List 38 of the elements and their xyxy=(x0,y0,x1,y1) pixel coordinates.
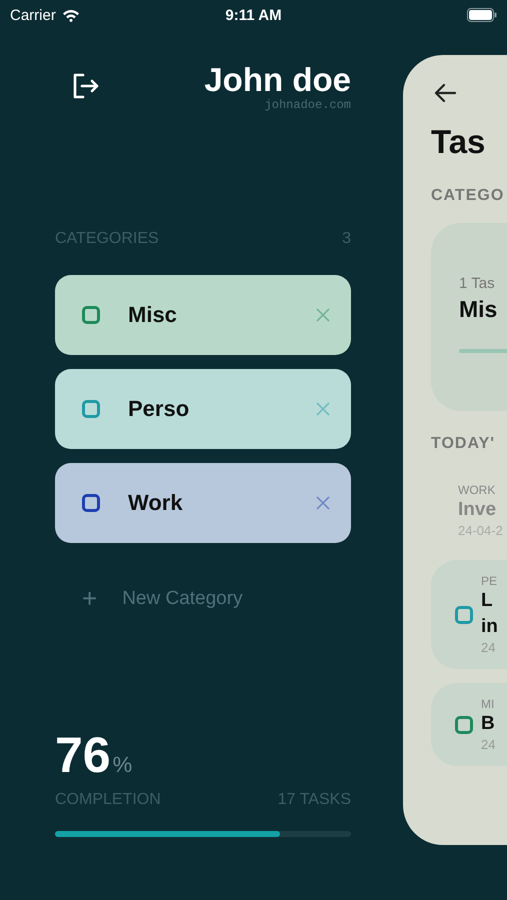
task-category: MI xyxy=(481,697,494,711)
task-item[interactable]: PE L in 24 xyxy=(431,560,507,669)
category-card[interactable]: Work xyxy=(55,463,351,543)
logout-icon[interactable] xyxy=(72,73,100,99)
category-summary-card[interactable]: 1 Tas Mis xyxy=(431,223,507,411)
category-name: Mis xyxy=(459,296,498,323)
close-icon[interactable] xyxy=(315,401,331,417)
category-name: Perso xyxy=(128,396,190,422)
task-item[interactable]: MI B 24 xyxy=(431,683,507,766)
task-title: B xyxy=(481,712,495,736)
percent-sign: % xyxy=(112,752,132,778)
section-heading: TODAY' xyxy=(431,435,496,453)
task-date: 24 xyxy=(481,640,496,655)
task-title: L xyxy=(481,589,493,613)
task-title: in xyxy=(481,615,498,639)
checkbox-icon[interactable] xyxy=(455,716,473,734)
time-label: 9:11 AM xyxy=(225,6,282,24)
task-count: 1 Tas xyxy=(459,275,495,292)
checkbox-icon[interactable] xyxy=(455,606,473,624)
panel-title: Tas xyxy=(431,123,486,161)
category-name: Misc xyxy=(128,302,178,328)
battery-icon xyxy=(467,8,497,22)
close-icon[interactable] xyxy=(315,495,331,511)
category-name: Work xyxy=(128,490,184,516)
completion-percent: 76 xyxy=(55,727,111,783)
user-email: johnadoe.com xyxy=(264,98,351,112)
user-name: John doe xyxy=(204,62,351,98)
category-card[interactable]: Misc xyxy=(55,275,351,355)
task-date: 24 xyxy=(481,737,496,752)
carrier-label: Carrier xyxy=(10,6,56,24)
wifi-icon xyxy=(62,8,80,22)
close-icon[interactable] xyxy=(315,307,331,323)
back-arrow-icon[interactable] xyxy=(433,83,457,103)
section-heading: CATEGO xyxy=(431,187,504,205)
task-title: Inve xyxy=(458,498,496,522)
task-category: WORK xyxy=(458,483,496,497)
task-category: PE xyxy=(481,574,498,588)
category-card[interactable]: Perso xyxy=(55,369,351,449)
